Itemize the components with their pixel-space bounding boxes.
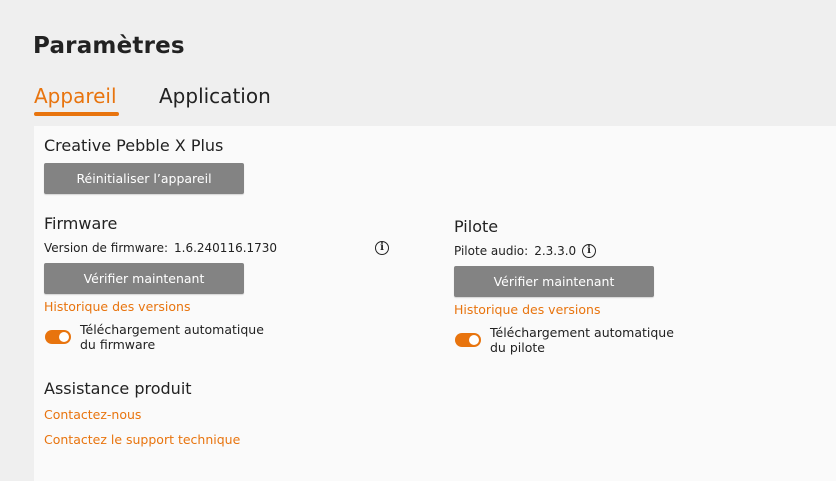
driver-title: Pilote	[454, 217, 499, 236]
tech-support-link[interactable]: Contactez le support technique	[44, 432, 240, 447]
device-name: Creative Pebble X Plus	[44, 136, 224, 155]
driver-auto-download-line1: Téléchargement automatique	[490, 325, 674, 340]
driver-auto-download-toggle[interactable]	[455, 333, 481, 347]
driver-version-value: 2.3.3.0	[534, 244, 577, 258]
firmware-history-link[interactable]: Historique des versions	[44, 299, 190, 314]
driver-info-icon[interactable]: i	[582, 244, 596, 258]
firmware-version-label: Version de firmware:	[44, 241, 168, 255]
firmware-auto-download-line2: du firmware	[80, 337, 156, 352]
driver-auto-download-line2: du pilote	[490, 340, 545, 355]
toggle-knob	[469, 335, 479, 345]
tab-application[interactable]: Application	[159, 84, 271, 108]
driver-check-button[interactable]: Vérifier maintenant	[454, 266, 654, 297]
page-title: Paramètres	[33, 33, 185, 59]
settings-panel: Creative Pebble X Plus Réinitialiser l’a…	[34, 126, 836, 481]
driver-history-link[interactable]: Historique des versions	[454, 302, 600, 317]
contact-us-link[interactable]: Contactez-nous	[44, 407, 141, 422]
firmware-auto-download-line1: Téléchargement automatique	[80, 322, 264, 337]
support-title: Assistance produit	[44, 379, 192, 398]
firmware-version: Version de firmware: 1.6.240116.1730	[44, 241, 277, 255]
firmware-check-button[interactable]: Vérifier maintenant	[44, 263, 244, 294]
firmware-title: Firmware	[44, 214, 118, 233]
driver-version-label: Pilote audio:	[454, 244, 529, 258]
firmware-auto-download-toggle[interactable]	[45, 330, 71, 344]
toggle-knob	[59, 332, 69, 342]
firmware-info-icon[interactable]: i	[375, 241, 389, 255]
firmware-auto-download-label: Téléchargement automatique du firmware	[80, 322, 320, 352]
tab-active-indicator	[34, 112, 119, 116]
driver-auto-download-label: Téléchargement automatique du pilote	[490, 325, 730, 355]
driver-version: Pilote audio: 2.3.3.0	[454, 244, 576, 258]
firmware-version-value: 1.6.240116.1730	[174, 241, 278, 255]
tab-appareil[interactable]: Appareil	[34, 84, 117, 108]
reset-device-button[interactable]: Réinitialiser l’appareil	[44, 163, 244, 194]
